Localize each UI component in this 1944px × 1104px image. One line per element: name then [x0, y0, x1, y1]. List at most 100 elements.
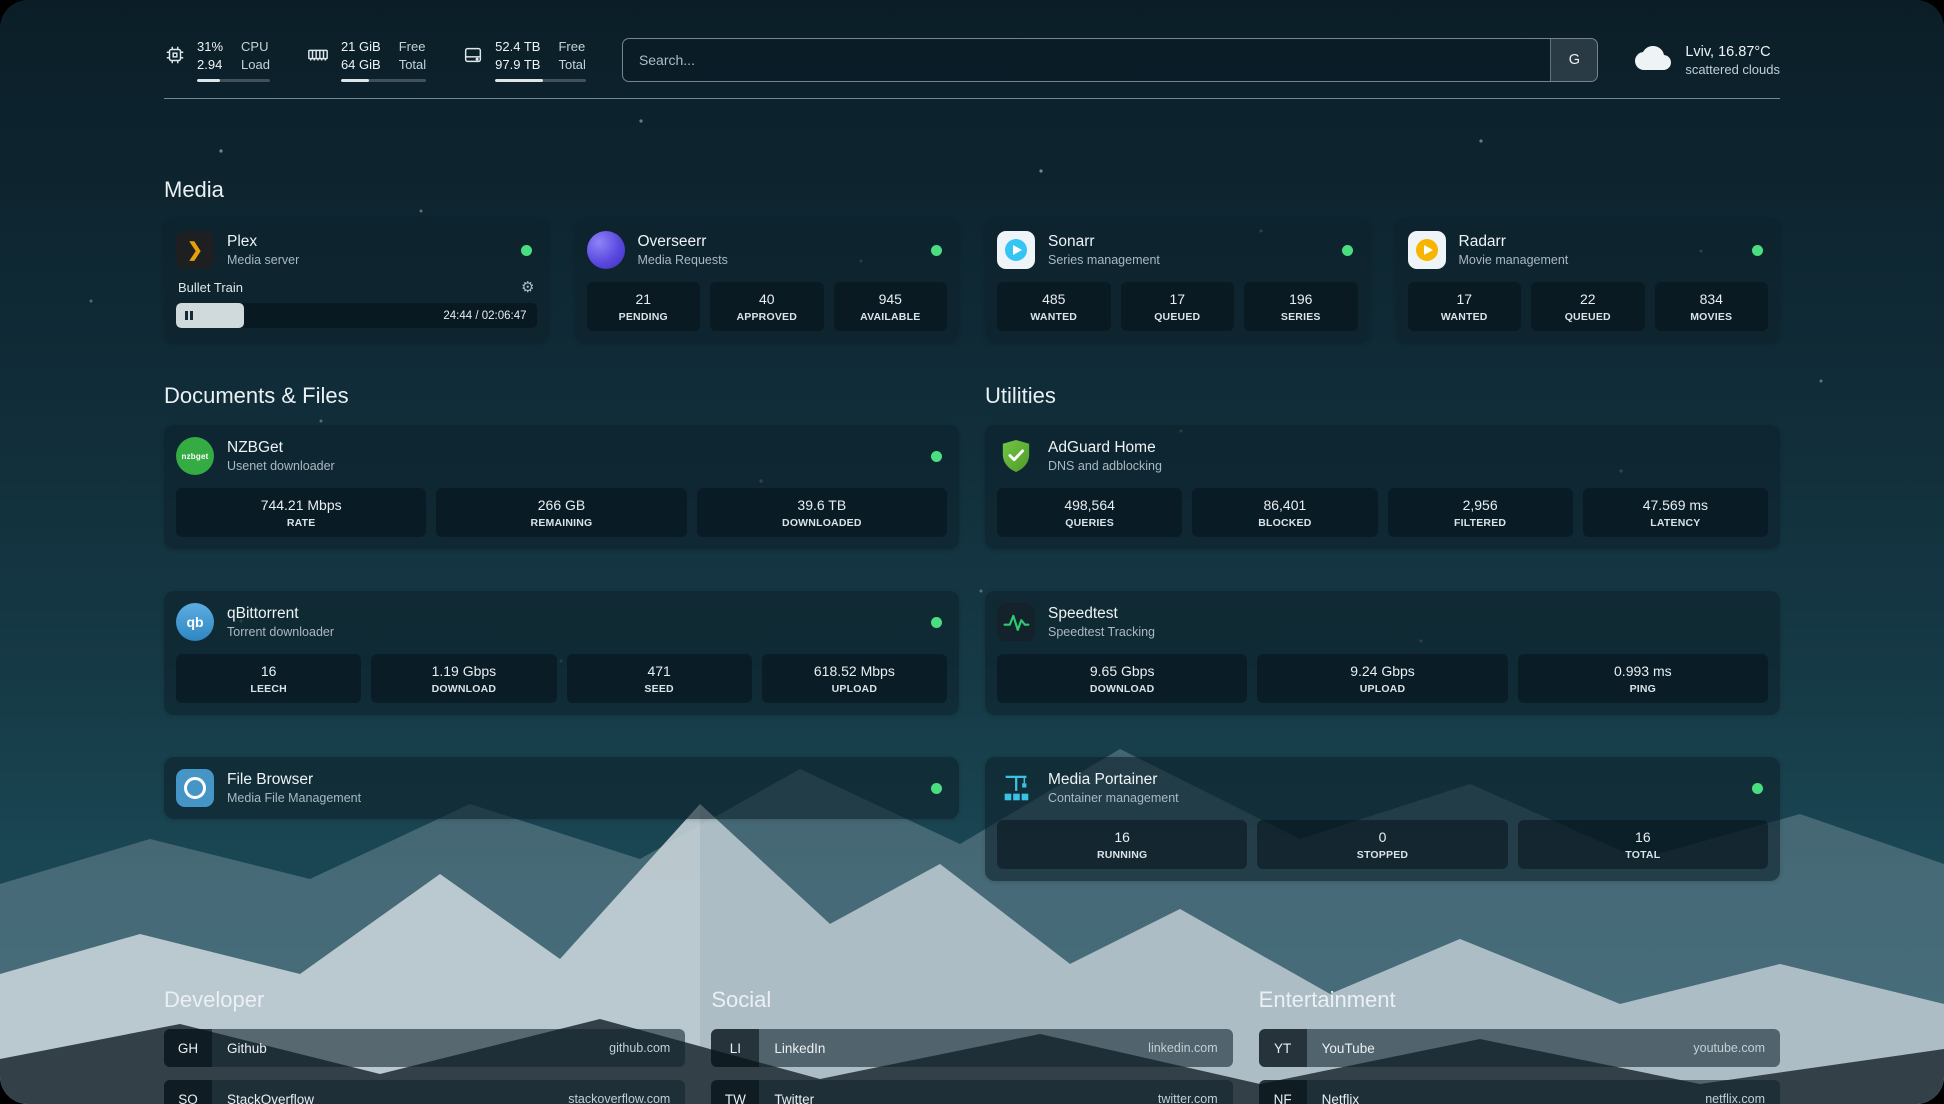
- stat-box: 744.21 Mbps RATE: [176, 488, 426, 537]
- qbittorrent-icon: qb: [176, 603, 214, 641]
- overseerr-icon: [587, 231, 625, 269]
- bookmark-url: github.com: [609, 1041, 670, 1055]
- memory-progress-bar: [341, 79, 426, 82]
- stat-label: TOTAL: [1522, 849, 1764, 861]
- stat-box: 471SEED: [567, 654, 752, 703]
- plex-icon: ❯: [176, 231, 214, 269]
- stat-value: 945: [838, 291, 944, 307]
- stat-value: 21: [591, 291, 697, 307]
- stat-value: 618.52 Mbps: [766, 663, 943, 679]
- stat-value: 16: [1522, 829, 1764, 845]
- bookmark-twitter[interactable]: TW Twitter twitter.com: [711, 1080, 1232, 1104]
- service-name: NZBGet: [227, 439, 335, 457]
- bookmark-group-developer: Developer GH Github github.com SO StackO…: [164, 987, 685, 1104]
- bookmark-youtube[interactable]: YT YouTube youtube.com: [1259, 1029, 1780, 1067]
- stat-label: APPROVED: [714, 311, 820, 323]
- memory-total-label: Total: [399, 56, 426, 74]
- service-card-speedtest[interactable]: Speedtest Speedtest Tracking 9.65 GbpsDO…: [985, 591, 1780, 715]
- bookmark-netflix[interactable]: NF Netflix netflix.com: [1259, 1080, 1780, 1104]
- service-name: Speedtest: [1048, 605, 1155, 623]
- stat-box: 485WANTED: [997, 282, 1111, 331]
- stat-label: RUNNING: [1001, 849, 1243, 861]
- service-card-overseerr[interactable]: Overseerr Media Requests 21PENDING 40APP…: [575, 219, 960, 343]
- cpu-widget: 31%2.94 CPULoad: [164, 38, 270, 82]
- bookmark-group-entertainment: Entertainment YT YouTube youtube.com NF …: [1259, 987, 1780, 1104]
- service-name: File Browser: [227, 771, 361, 789]
- stat-value: 16: [180, 663, 357, 679]
- stat-label: PENDING: [591, 311, 697, 323]
- stat-label: MOVIES: [1659, 311, 1765, 323]
- memory-icon: [306, 44, 330, 71]
- disk-total-value: 97.9 TB: [495, 56, 540, 74]
- stat-label: AVAILABLE: [838, 311, 944, 323]
- stat-label: SERIES: [1248, 311, 1354, 323]
- adguard-icon: [997, 437, 1035, 475]
- search-input[interactable]: [623, 39, 1550, 81]
- service-name: AdGuard Home: [1048, 439, 1162, 457]
- service-subtitle: Media Requests: [638, 253, 728, 267]
- bookmark-url: youtube.com: [1693, 1041, 1765, 1055]
- pause-icon[interactable]: [185, 311, 193, 320]
- bookmark-stackoverflow[interactable]: SO StackOverflow stackoverflow.com: [164, 1080, 685, 1104]
- service-card-sonarr[interactable]: Sonarr Series management 485WANTED 17QUE…: [985, 219, 1370, 343]
- stat-box: 9.65 GbpsDOWNLOAD: [997, 654, 1247, 703]
- stat-box: 266 GBREMAINING: [436, 488, 686, 537]
- stat-box: 498,564QUERIES: [997, 488, 1182, 537]
- service-name: Radarr: [1459, 233, 1569, 251]
- stat-box: 2,956FILTERED: [1388, 488, 1573, 537]
- service-subtitle: Torrent downloader: [227, 625, 334, 639]
- cpu-icon: [164, 44, 186, 71]
- stat-box: 1.19 GbpsDOWNLOAD: [371, 654, 556, 703]
- service-subtitle: Series management: [1048, 253, 1160, 267]
- service-subtitle: Usenet downloader: [227, 459, 335, 473]
- player-time: 24:44 / 02:06:47: [443, 310, 526, 322]
- stat-label: RATE: [180, 517, 422, 529]
- stat-value: 9.24 Gbps: [1261, 663, 1503, 679]
- stat-label: UPLOAD: [1261, 683, 1503, 695]
- section-title-entertainment: Entertainment: [1259, 987, 1780, 1013]
- service-card-plex[interactable]: ❯ Plex Media server Bullet Train ⚙: [164, 219, 549, 343]
- service-card-adguard[interactable]: AdGuard Home DNS and adblocking 498,564Q…: [985, 425, 1780, 549]
- portainer-icon: [997, 769, 1035, 807]
- header-divider: [164, 98, 1780, 99]
- stat-box: 86,401BLOCKED: [1192, 488, 1377, 537]
- bookmark-linkedin[interactable]: LI LinkedIn linkedin.com: [711, 1029, 1232, 1067]
- memory-free-value: 21 GiB: [341, 38, 381, 56]
- stat-value: 17: [1125, 291, 1231, 307]
- bookmark-abbr: TW: [711, 1080, 759, 1104]
- stat-value: 744.21 Mbps: [180, 497, 422, 513]
- plex-player-bar[interactable]: 24:44 / 02:06:47: [176, 303, 537, 328]
- stat-value: 17: [1412, 291, 1518, 307]
- service-card-portainer[interactable]: Media Portainer Container management 16R…: [985, 757, 1780, 881]
- bookmark-url: stackoverflow.com: [568, 1092, 670, 1104]
- stat-value: 9.65 Gbps: [1001, 663, 1243, 679]
- speedtest-icon: [997, 603, 1035, 641]
- service-card-qbittorrent[interactable]: qb qBittorrent Torrent downloader 16LEEC…: [164, 591, 959, 715]
- google-search-button[interactable]: G: [1550, 39, 1597, 81]
- memory-free-label: Free: [399, 38, 426, 56]
- stat-label: QUEUED: [1535, 311, 1641, 323]
- memory-widget: 21 GiB64 GiB FreeTotal: [306, 38, 426, 82]
- media-grid: ❯ Plex Media server Bullet Train ⚙: [164, 219, 1780, 343]
- service-name: Overseerr: [638, 233, 728, 251]
- stat-value: 266 GB: [440, 497, 682, 513]
- service-card-radarr[interactable]: Radarr Movie management 17WANTED 22QUEUE…: [1396, 219, 1781, 343]
- service-name: Media Portainer: [1048, 771, 1179, 789]
- status-dot: [931, 617, 942, 628]
- stat-value: 86,401: [1196, 497, 1373, 513]
- service-card-filebrowser[interactable]: File Browser Media File Management: [164, 757, 959, 819]
- status-dot: [1752, 245, 1763, 256]
- cloud-icon: [1634, 43, 1672, 78]
- documents-column: Documents & Files nzbget NZBGet Usenet d…: [164, 383, 959, 861]
- stat-box: 16 TOTAL: [1518, 820, 1768, 869]
- sonarr-icon: [997, 231, 1035, 269]
- stat-value: 498,564: [1001, 497, 1178, 513]
- stat-label: LATENCY: [1587, 517, 1764, 529]
- stat-value: 485: [1001, 291, 1107, 307]
- bookmark-github[interactable]: GH Github github.com: [164, 1029, 685, 1067]
- service-card-nzbget[interactable]: nzbget NZBGet Usenet downloader 744.21 M…: [164, 425, 959, 549]
- radarr-icon: [1408, 231, 1446, 269]
- stat-value: 22: [1535, 291, 1641, 307]
- bookmark-name: Github: [227, 1041, 267, 1056]
- gear-icon[interactable]: ⚙: [521, 280, 534, 295]
